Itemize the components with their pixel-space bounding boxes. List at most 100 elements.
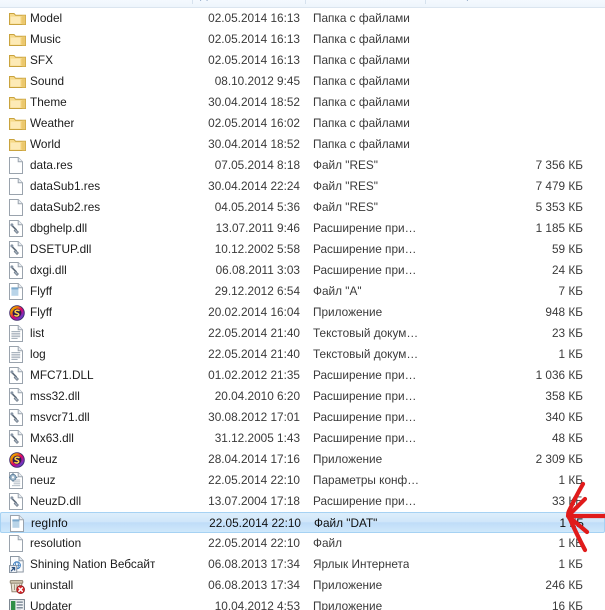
table-row[interactable]: Music 02.05.2014 16:13 Папка с файлами	[0, 29, 605, 50]
column-header-date-modified[interactable]: Дата изменения	[200, 0, 286, 1]
file-date-cell: 20.02.2014 16:04	[208, 305, 300, 319]
column-divider-3[interactable]	[425, 0, 426, 4]
table-row[interactable]: list 22.05.2014 21:40 Текстовый докум… 23 К…	[0, 323, 605, 344]
file-name-cell: uninstall	[30, 578, 74, 592]
file-date-cell: 30.04.2014 18:52	[208, 95, 300, 109]
table-row[interactable]: dataSub2.res 04.05.2014 5:36 Файл "RES" 5 3…	[0, 197, 605, 218]
file-type-cell: Расширение при…	[313, 410, 417, 424]
table-row[interactable]: SFX 02.05.2014 16:13 Папка с файлами	[0, 50, 605, 71]
file-name-cell: Flyff	[30, 305, 53, 319]
file-type-cell: Приложение	[313, 305, 383, 319]
file-date-cell: 22.05.2014 21:40	[208, 326, 300, 340]
file-type-cell: Расширение при…	[313, 389, 417, 403]
file-size-cell: 948 КБ	[545, 305, 583, 319]
file-date-cell: 06.08.2013 17:34	[208, 578, 300, 592]
file-type-cell: Текстовый докум…	[313, 326, 419, 340]
file-name-cell: SFX	[30, 53, 53, 67]
column-divider-2[interactable]	[305, 0, 306, 4]
file-size-cell: 246 КБ	[545, 578, 583, 592]
table-row[interactable]: resolution 22.05.2014 22:10 Файл 1 КБ	[0, 533, 605, 554]
file-type-cell: Параметры конф…	[313, 473, 420, 487]
table-row-selected[interactable]: regInfo 22.05.2014 22:10 Файл "DAT" 1 КБ	[0, 512, 605, 533]
table-row[interactable]: Mx63.dll 31.12.2005 1:43 Расширение при… 48…	[0, 428, 605, 449]
file-date-cell: 02.05.2014 16:13	[208, 32, 300, 46]
internet-shortcut-icon	[9, 554, 27, 575]
file-size-cell: 16 КБ	[551, 599, 583, 610]
file-type-cell: Файл "DAT"	[314, 516, 378, 530]
file-type-cell: Файл "RES"	[313, 179, 378, 193]
blank-file-icon	[9, 176, 27, 197]
file-size-cell: 1 КБ	[558, 473, 583, 487]
table-row[interactable]: dbghelp.dll 13.07.2011 9:46 Расширение при…	[0, 218, 605, 239]
table-row[interactable]: NeuzD.dll 13.07.2004 17:18 Расширение при……	[0, 491, 605, 512]
file-date-cell: 20.04.2010 6:20	[214, 389, 300, 403]
file-date-cell: 30.04.2014 22:24	[208, 179, 300, 193]
file-date-cell: 28.04.2014 17:16	[208, 452, 300, 466]
file-name-cell: Neuz	[30, 452, 58, 466]
dll-file-icon	[9, 239, 27, 260]
file-name-cell: NeuzD.dll	[30, 494, 82, 508]
dll-file-icon	[9, 491, 27, 512]
file-name-cell: Music	[30, 32, 61, 46]
file-date-cell: 06.08.2011 3:03	[215, 263, 300, 277]
file-size-cell: 1 КБ	[558, 557, 583, 571]
file-size-cell: 48 КБ	[551, 431, 583, 445]
dll-file-icon	[9, 428, 27, 449]
file-date-cell: 04.05.2014 5:36	[214, 200, 300, 214]
table-row[interactable]: data.res 07.05.2014 8:18 Файл "RES" 7 356 К…	[0, 155, 605, 176]
dll-file-icon	[9, 218, 27, 239]
table-row[interactable]: mss32.dll 20.04.2010 6:20 Расширение при… 3…	[0, 386, 605, 407]
table-row[interactable]: neuz 22.05.2014 22:10 Параметры конф… 1 КБ	[0, 470, 605, 491]
blank-file-icon	[9, 197, 27, 218]
table-row[interactable]: log 22.05.2014 21:40 Текстовый докум… 1 КБ	[0, 344, 605, 365]
file-name-cell: Weather	[30, 116, 75, 130]
table-row[interactable]: Model 02.05.2014 16:13 Папка с файлами	[0, 8, 605, 29]
dll-file-icon	[9, 407, 27, 428]
folder-icon	[9, 8, 27, 29]
table-row[interactable]: dxgi.dll 06.08.2011 3:03 Расширение при… 24…	[0, 260, 605, 281]
file-name-cell: list	[30, 326, 45, 340]
file-date-cell: 02.05.2014 16:13	[208, 11, 300, 25]
table-row[interactable]: Weather 02.05.2014 16:02 Папка с файлами	[0, 113, 605, 134]
file-name-cell: neuz	[30, 473, 56, 487]
column-header-type[interactable]: Тип	[313, 0, 332, 1]
file-date-cell: 01.02.2012 21:35	[208, 368, 300, 382]
file-size-cell: 59 КБ	[551, 242, 583, 256]
table-row[interactable]: Flyff 20.02.2014 16:04 Приложение 948 КБ	[0, 302, 605, 323]
column-divider-1[interactable]	[192, 0, 193, 4]
table-row[interactable]: Neuz 28.04.2014 17:16 Приложение 2 309 КБ	[0, 449, 605, 470]
blank-file-icon	[9, 155, 27, 176]
table-row[interactable]: uninstall 06.08.2013 17:34 Приложение 246 К…	[0, 575, 605, 596]
table-row[interactable]: World 30.04.2014 18:52 Папка с файлами	[0, 134, 605, 155]
file-name-cell: Updater	[30, 599, 72, 610]
table-row[interactable]: Flyff 29.12.2012 6:54 Файл "A" 7 КБ	[0, 281, 605, 302]
file-date-cell: 22.05.2014 22:10	[208, 536, 300, 550]
file-size-cell: 5 353 КБ	[535, 200, 583, 214]
file-date-cell: 22.05.2014 21:40	[208, 347, 300, 361]
file-name-cell: Theme	[30, 95, 67, 109]
table-row[interactable]: MFC71.DLL 01.02.2012 21:35 Расширение при……	[0, 365, 605, 386]
table-row[interactable]: DSETUP.dll 10.12.2002 5:58 Расширение при……	[0, 239, 605, 260]
file-type-cell: Папка с файлами	[313, 116, 410, 130]
file-size-cell: 2 309 КБ	[535, 452, 583, 466]
folder-icon	[9, 134, 27, 155]
column-header-name[interactable]: Имя	[10, 0, 32, 1]
column-header-size[interactable]: Размер	[433, 0, 473, 1]
table-row[interactable]: Sound 08.10.2012 9:45 Папка с файлами	[0, 71, 605, 92]
table-row[interactable]: Shining Nation Вебсайт 06.08.2013 17:34 Яр…	[0, 554, 605, 575]
file-list: Model 02.05.2014 16:13 Папка с файлами Musi…	[0, 8, 605, 610]
file-type-cell: Папка с файлами	[313, 95, 410, 109]
file-date-cell: 08.10.2012 9:45	[214, 74, 300, 88]
file-date-cell: 10.04.2012 4:53	[214, 599, 300, 610]
table-row[interactable]: Updater 10.04.2012 4:53 Приложение 16 КБ	[0, 596, 605, 610]
file-size-cell: 33 КБ	[551, 494, 583, 508]
table-row[interactable]: msvcr71.dll 30.08.2012 17:01 Расширение пр…	[0, 407, 605, 428]
file-date-cell: 30.08.2012 17:01	[208, 410, 300, 424]
file-size-cell: 7 КБ	[558, 284, 583, 298]
file-size-cell: 340 КБ	[545, 410, 583, 424]
file-type-cell: Расширение при…	[313, 368, 417, 382]
file-date-cell: 02.05.2014 16:13	[208, 53, 300, 67]
table-row[interactable]: dataSub1.res 30.04.2014 22:24 Файл "RES" 7 …	[0, 176, 605, 197]
table-row[interactable]: Theme 30.04.2014 18:52 Папка с файлами	[0, 92, 605, 113]
file-type-cell: Папка с файлами	[313, 53, 410, 67]
